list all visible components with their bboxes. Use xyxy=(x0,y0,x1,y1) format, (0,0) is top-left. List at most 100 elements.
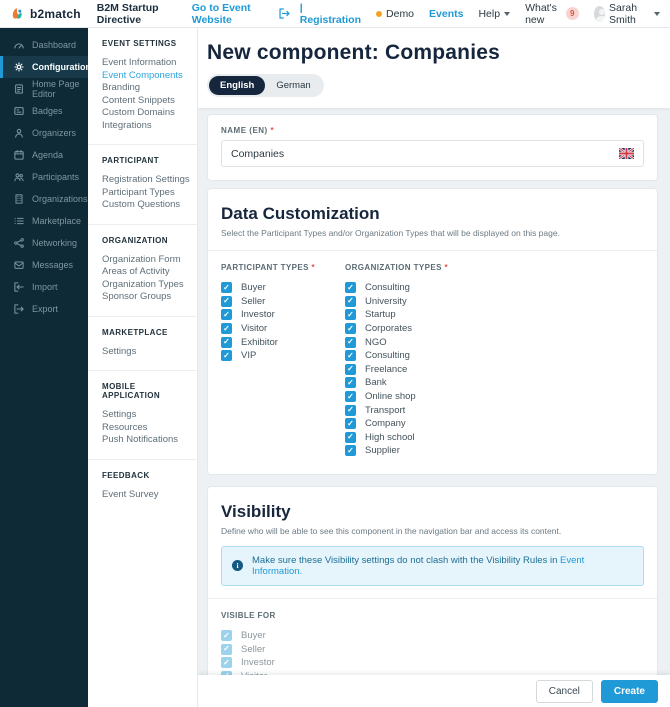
visible-for-checkbox-row[interactable]: Investor xyxy=(221,656,644,670)
checkbox-checked-icon[interactable] xyxy=(345,377,356,389)
subnav-item[interactable]: Participant Types xyxy=(102,187,191,199)
organization-type-checkbox-row[interactable]: Company xyxy=(345,417,448,431)
checkbox-checked-icon[interactable] xyxy=(345,309,356,321)
content-scroll-area[interactable]: NAME (EN) * Companies Data Customization… xyxy=(198,108,670,707)
organization-type-checkbox-row[interactable]: Freelance xyxy=(345,363,448,377)
visible-for-checkbox-row[interactable]: Seller xyxy=(221,642,644,656)
top-header: b2match B2M Startup Directive Go to Even… xyxy=(0,0,670,28)
tab-english[interactable]: English xyxy=(209,76,266,95)
participant-type-checkbox-row[interactable]: Exhibitor xyxy=(221,335,345,349)
network-icon xyxy=(13,237,25,249)
brand-logo[interactable]: b2match xyxy=(10,6,81,21)
sidebar-item-messages[interactable]: Messages xyxy=(0,254,88,276)
sidebar-item-import[interactable]: Import xyxy=(0,276,88,298)
checkbox-checked-icon[interactable] xyxy=(345,350,356,362)
checkbox-checked-icon[interactable] xyxy=(345,418,356,430)
sidebar-item-export[interactable]: Export xyxy=(0,298,88,320)
subnav-item[interactable]: Push Notifications xyxy=(102,434,191,446)
organization-type-checkbox-row[interactable]: Corporates xyxy=(345,322,448,336)
participant-type-checkbox-row[interactable]: Visitor xyxy=(221,322,345,336)
participant-type-checkbox-row[interactable]: VIP xyxy=(221,349,345,363)
subnav-item[interactable]: Event Components xyxy=(102,70,191,82)
subnav-item[interactable]: Custom Domains xyxy=(102,107,191,119)
sidebar-item-marketplace[interactable]: Marketplace xyxy=(0,210,88,232)
registration-link[interactable]: | Registration xyxy=(300,2,361,26)
subnav-item[interactable]: Content Snippets xyxy=(102,95,191,107)
organization-type-checkbox-row[interactable]: Transport xyxy=(345,403,448,417)
checkbox-checked-icon[interactable] xyxy=(345,295,356,307)
subnav-item[interactable]: Event Survey xyxy=(102,489,191,501)
subnav-section-marketplace: MARKETPLACE Settings xyxy=(88,317,197,371)
organization-type-checkbox-row[interactable]: Bank xyxy=(345,376,448,390)
subnav-section-event-settings: EVENT SETTINGS Event Information Event Co… xyxy=(88,28,197,145)
subnav-item[interactable]: Areas of Activity xyxy=(102,266,191,278)
checkbox-checked-icon[interactable] xyxy=(345,431,356,443)
help-menu[interactable]: Help xyxy=(478,8,511,20)
sidebar-item-participants[interactable]: Participants xyxy=(0,166,88,188)
subnav-item[interactable]: Organization Form xyxy=(102,254,191,266)
checkbox-checked-icon[interactable] xyxy=(345,363,356,375)
checkbox-checked-icon[interactable] xyxy=(345,445,356,457)
sidebar-item-configuration[interactable]: Configuration xyxy=(0,56,91,78)
sidebar-item-badges[interactable]: Badges xyxy=(0,100,88,122)
checkbox-checked-icon[interactable] xyxy=(221,295,232,307)
subnav-item[interactable]: Organization Types xyxy=(102,279,191,291)
sidebar-item-home-page-editor[interactable]: Home Page Editor xyxy=(0,78,88,100)
subnav-item[interactable]: Integrations xyxy=(102,120,191,132)
checkbox-checked-icon[interactable] xyxy=(345,282,356,294)
organization-type-checkbox-row[interactable]: NGO xyxy=(345,335,448,349)
subnav-item[interactable]: Settings xyxy=(102,346,191,358)
subnav-item[interactable]: Event Information xyxy=(102,57,191,69)
name-input[interactable]: Companies xyxy=(221,140,644,167)
user-menu[interactable]: Sarah Smith xyxy=(593,2,661,26)
subnav-item[interactable]: Settings xyxy=(102,409,191,421)
checkbox-checked-icon[interactable] xyxy=(345,323,356,335)
participant-type-checkbox-row[interactable]: Seller xyxy=(221,295,345,309)
checkbox-checked-icon[interactable] xyxy=(345,336,356,348)
cancel-button[interactable]: Cancel xyxy=(535,679,593,703)
subnav-items: Registration Settings Participant Types Cu… xyxy=(102,174,191,211)
whats-new-link[interactable]: What's new 9 xyxy=(525,2,579,26)
subnav-item[interactable]: Custom Questions xyxy=(102,199,191,211)
checkbox-checked-icon[interactable] xyxy=(221,323,232,335)
go-to-event-website-link[interactable]: Go to Event Website xyxy=(192,2,269,26)
building-icon xyxy=(13,193,25,205)
sidebar-item-organizations[interactable]: Organizations xyxy=(0,188,88,210)
visible-for-checkbox-row[interactable]: Buyer xyxy=(221,629,644,643)
checkbox-checked-disabled-icon[interactable] xyxy=(221,630,232,642)
checkbox-checked-disabled-icon[interactable] xyxy=(221,657,232,669)
organization-type-checkbox-row[interactable]: Online shop xyxy=(345,390,448,404)
organization-type-checkbox-row[interactable]: University xyxy=(345,295,448,309)
checkbox-checked-icon[interactable] xyxy=(221,336,232,348)
checkbox-checked-icon[interactable] xyxy=(221,309,232,321)
checkbox-checked-disabled-icon[interactable] xyxy=(221,643,232,655)
checkbox-checked-icon[interactable] xyxy=(345,391,356,403)
checkbox-checked-icon[interactable] xyxy=(221,282,232,294)
tab-german[interactable]: German xyxy=(265,76,321,95)
subnav-items: Event Information Event Components Brandin… xyxy=(102,57,191,131)
subnav-item[interactable]: Branding xyxy=(102,82,191,94)
subnav-section-title: MOBILE APPLICATION xyxy=(102,382,161,400)
participant-type-checkbox-row[interactable]: Buyer xyxy=(221,281,345,295)
subnav-item[interactable]: Registration Settings xyxy=(102,174,191,186)
organization-type-checkbox-row[interactable]: Startup xyxy=(345,308,448,322)
organization-type-checkbox-row[interactable]: Consulting xyxy=(345,349,448,363)
data-customization-card: Data Customization Select the Participan… xyxy=(207,188,658,475)
sidebar-item-agenda[interactable]: Agenda xyxy=(0,144,88,166)
sidebar-item-dashboard[interactable]: Dashboard xyxy=(0,34,88,56)
participant-type-checkbox-row[interactable]: Investor xyxy=(221,308,345,322)
create-button[interactable]: Create xyxy=(600,679,658,703)
checkbox-checked-icon[interactable] xyxy=(345,404,356,416)
name-card: NAME (EN) * Companies xyxy=(207,114,658,181)
sidebar-item-organizers[interactable]: Organizers xyxy=(0,122,88,144)
subnav-item[interactable]: Sponsor Groups xyxy=(102,291,191,303)
sidebar-item-networking[interactable]: Networking xyxy=(0,232,88,254)
organization-type-checkbox-row[interactable]: Consulting xyxy=(345,281,448,295)
events-link[interactable]: Events xyxy=(429,8,463,20)
checkbox-checked-icon[interactable] xyxy=(221,350,232,362)
uk-flag-icon xyxy=(619,148,634,159)
organization-type-checkbox-row[interactable]: Supplier xyxy=(345,444,448,458)
subnav-item[interactable]: Resources xyxy=(102,422,191,434)
external-link-icon[interactable] xyxy=(278,7,291,20)
organization-type-checkbox-row[interactable]: High school xyxy=(345,431,448,445)
